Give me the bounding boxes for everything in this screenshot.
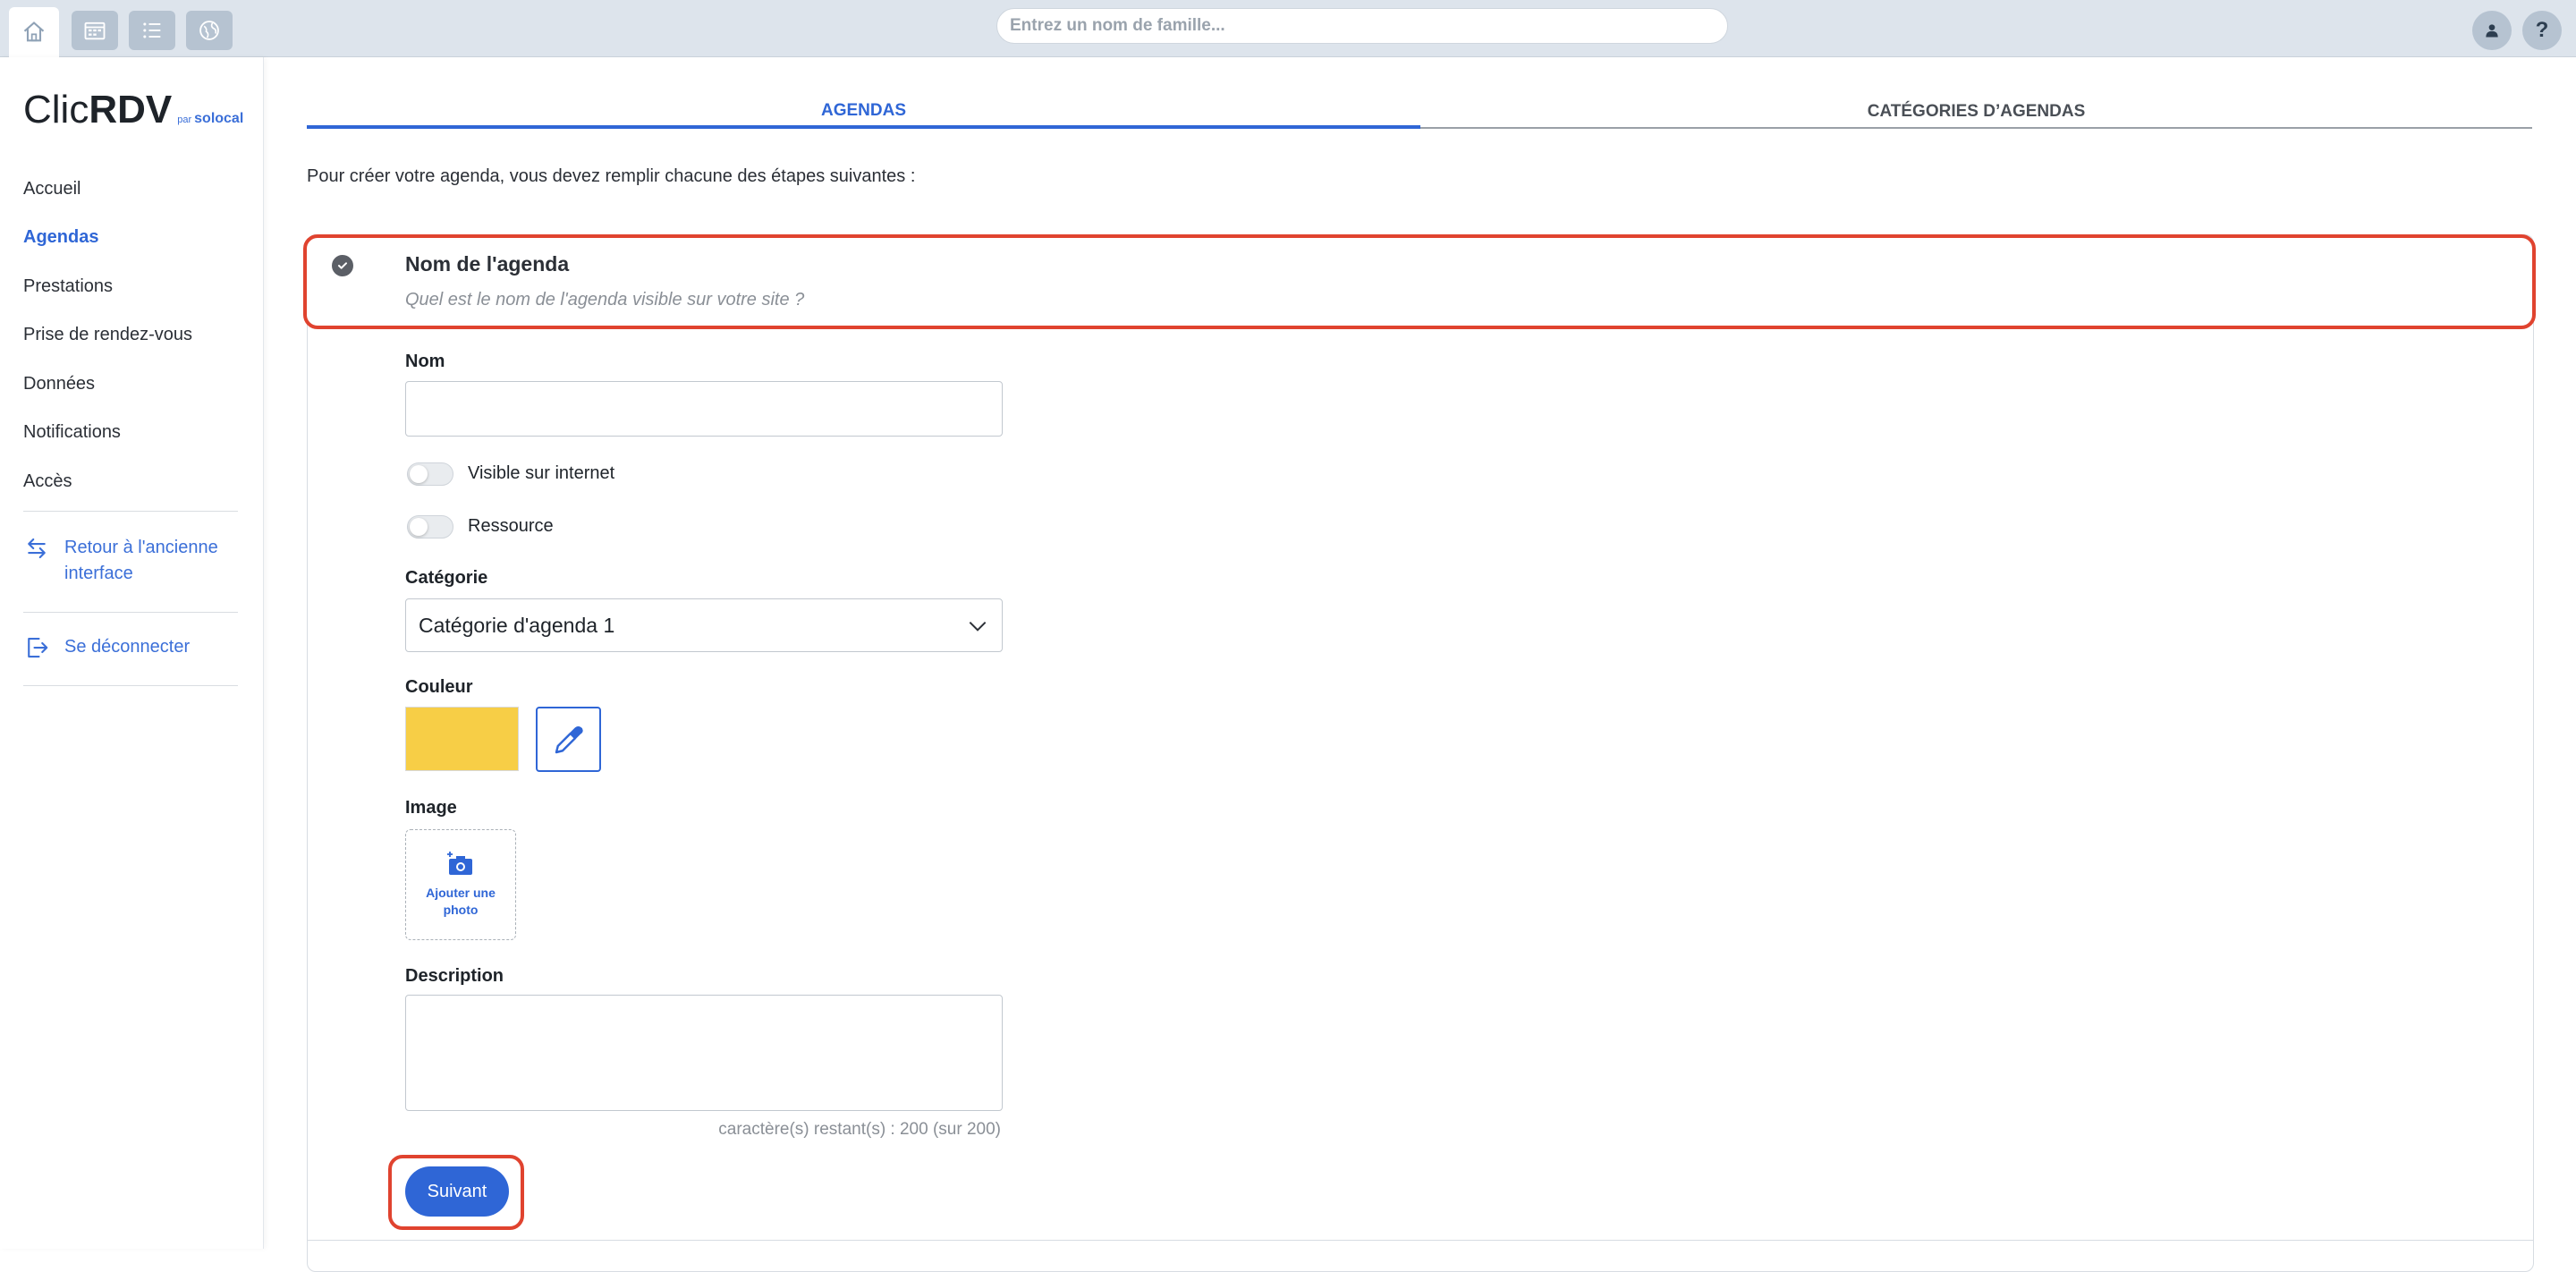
logo-clic: Clic: [23, 88, 89, 131]
logout-label: Se déconnecter: [64, 637, 191, 657]
chevron-down-icon: [969, 621, 987, 632]
home-button[interactable]: [9, 7, 59, 57]
description-label: Description: [405, 966, 504, 986]
toggle-knob: [410, 465, 428, 483]
sidebar-item-prise-de-rendez-vous[interactable]: Prise de rendez-vous: [23, 311, 238, 360]
visible-toggle[interactable]: [407, 462, 453, 486]
logo-solocal: solocal: [194, 111, 244, 126]
logo-rdv: RDV: [89, 88, 173, 131]
step-header[interactable]: [303, 234, 2536, 329]
nom-input[interactable]: [405, 381, 1003, 437]
swap-arrows-icon: [28, 538, 46, 559]
couleur-label: Couleur: [405, 677, 473, 697]
list-button[interactable]: [129, 11, 175, 50]
sidebar-item-donnees[interactable]: Données: [23, 360, 238, 409]
step-title: Nom de l'agenda: [405, 252, 570, 276]
visible-label: Visible sur internet: [468, 463, 615, 483]
step-subtitle: Quel est le nom de l'agenda visible sur …: [405, 290, 805, 310]
sidebar-item-prestations[interactable]: Prestations: [23, 262, 238, 311]
image-label: Image: [405, 798, 457, 818]
categorie-value: Catégorie d'agenda 1: [419, 613, 615, 637]
camera-plus-icon: [447, 852, 472, 875]
ressource-toggle[interactable]: [407, 515, 453, 538]
sidebar-nav: Accueil Agendas Prestations Prise de ren…: [23, 165, 238, 506]
back-link-label: Retour à l'ancienne interface: [64, 538, 218, 583]
tabs: AGENDAS CATÉGORIES D’AGENDAS: [307, 97, 2532, 129]
check-circle-icon: [332, 255, 353, 276]
add-photo-label: Ajouter une photo: [426, 886, 496, 917]
next-button[interactable]: Suivant: [405, 1166, 509, 1217]
list-icon: [143, 22, 161, 38]
user-button[interactable]: [2472, 11, 2512, 50]
ressource-label: Ressource: [468, 516, 554, 536]
logout-link[interactable]: Se déconnecter: [23, 634, 190, 661]
clicrdv-logo[interactable]: Clic RDV par solocal: [23, 88, 243, 132]
divider: [23, 511, 238, 512]
calendar-icon: [84, 21, 106, 40]
back-to-old-interface-link[interactable]: Retour à l'ancienne interface: [23, 535, 234, 587]
sidebar-item-acces[interactable]: Accès: [23, 457, 238, 506]
categorie-label: Catégorie: [405, 568, 488, 588]
search-input[interactable]: [996, 8, 1728, 44]
card-divider: [307, 1240, 2534, 1241]
char-counter: caractère(s) restant(s) : 200 (sur 200): [718, 1120, 1001, 1139]
user-icon: [2486, 24, 2498, 38]
logout-icon: [28, 637, 48, 658]
add-photo-button[interactable]: Ajouter une photo: [405, 829, 516, 940]
eyedropper-icon: [555, 725, 583, 753]
help-button[interactable]: ?: [2522, 11, 2562, 50]
home-icon: [23, 21, 45, 42]
help-icon: ?: [2535, 18, 2549, 42]
calendar-button[interactable]: [72, 11, 118, 50]
color-picker-button[interactable]: [536, 707, 601, 772]
logo-par: par: [177, 114, 192, 125]
description-textarea[interactable]: [405, 995, 1003, 1111]
intro-text: Pour créer votre agenda, vous devez remp…: [307, 166, 916, 186]
tab-agendas[interactable]: AGENDAS: [307, 97, 1420, 129]
tab-categories-agendas[interactable]: CATÉGORIES D’AGENDAS: [1420, 97, 2532, 129]
sidebar-item-agendas[interactable]: Agendas: [23, 214, 238, 263]
sidebar-item-notifications[interactable]: Notifications: [23, 409, 238, 458]
top-bar: ?: [0, 0, 2576, 57]
sidebar-item-accueil[interactable]: Accueil: [23, 165, 238, 214]
globe-icon: [199, 21, 219, 40]
divider: [23, 685, 238, 686]
color-swatch[interactable]: [405, 707, 519, 771]
nom-label: Nom: [405, 352, 445, 371]
divider: [23, 612, 238, 613]
categorie-select[interactable]: Catégorie d'agenda 1: [405, 598, 1003, 652]
toggle-knob: [410, 518, 428, 536]
sidebar: Clic RDV par solocal Accueil Agendas Pre…: [0, 57, 264, 1249]
web-button[interactable]: [186, 11, 233, 50]
